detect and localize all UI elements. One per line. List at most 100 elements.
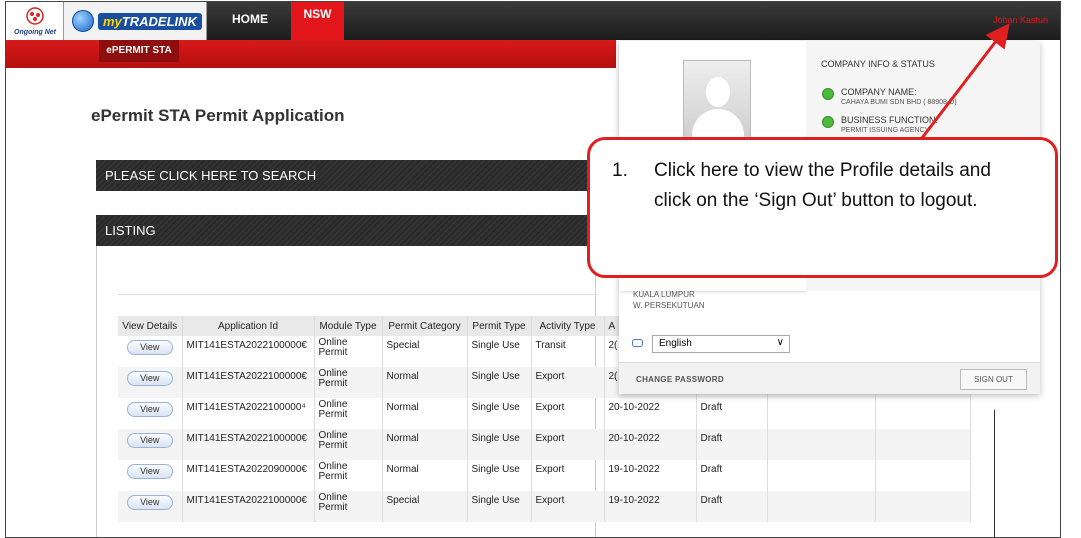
divider <box>118 294 598 295</box>
sign-out-button[interactable]: SIGN OUT <box>960 369 1027 390</box>
company-name-value: CAHAYA BUMI SDN BHD ( 88908-D) <box>841 99 957 106</box>
status-cell: Draft <box>696 429 768 460</box>
tab-epermit-sta[interactable]: ePERMIT STA <box>99 40 179 62</box>
brand-prefix: my <box>103 13 122 29</box>
company-info-title: COMPANY INFO & STATUS <box>821 59 935 69</box>
view-cell: View <box>118 429 183 460</box>
language-select[interactable]: English ∨ <box>652 335 790 353</box>
module-cell: Online Permit <box>314 336 383 367</box>
ptype-cell: Single Use <box>467 491 532 522</box>
status-green-icon <box>822 88 834 100</box>
view-cell: View <box>118 460 183 491</box>
page-title: ePermit STA Permit Application <box>91 106 345 125</box>
column-header[interactable]: View Details <box>118 316 183 336</box>
mytradelink-logo[interactable]: myTRADELINK <box>64 2 207 40</box>
date-cell: 19-10-2022 <box>604 491 697 522</box>
view-cell: View <box>118 336 183 367</box>
callout-text: Click here to view the Profile details a… <box>654 160 991 211</box>
callout-number: 1. <box>612 160 628 181</box>
category-cell: Special <box>382 491 468 522</box>
activity-cell: Transit <box>531 336 605 367</box>
category-cell: Normal <box>382 398 468 429</box>
svg-text:Ongoing Net: Ongoing Net <box>14 29 57 36</box>
address-line: W. PERSEKUTUAN <box>633 301 705 310</box>
empty-cell <box>767 429 876 460</box>
id-cell: MIT141ESTA2022100000€ <box>182 491 315 522</box>
ptype-cell: Single Use <box>467 336 532 367</box>
chat-bubble-icon <box>632 339 643 347</box>
profile-actions: CHANGE PASSWORD SIGN OUT <box>619 362 1040 394</box>
activity-cell: Export <box>531 398 605 429</box>
address: KUALA LUMPUR W. PERSEKUTUAN <box>633 289 705 311</box>
column-header[interactable]: Application Id <box>182 316 315 336</box>
view-button[interactable]: View <box>126 371 173 386</box>
module-cell: Online Permit <box>314 398 383 429</box>
date-cell: 20-10-2022 <box>604 398 697 429</box>
column-header[interactable]: Permit Type <box>467 316 532 336</box>
empty-cell <box>875 429 971 460</box>
top-navbar: Ongoing Net myTRADELINK HOME NSW Johan K… <box>6 2 1060 40</box>
globe-icon <box>72 10 94 32</box>
ptype-cell: Single Use <box>467 398 532 429</box>
view-button[interactable]: View <box>126 433 173 448</box>
search-panel-toggle[interactable]: PLEASE CLICK HERE TO SEARCH <box>96 160 596 191</box>
category-cell: Special <box>382 336 468 367</box>
status-green-icon <box>822 116 834 128</box>
business-function-label: BUSINESS FUNCTION: <box>841 115 939 125</box>
view-button[interactable]: View <box>126 464 173 479</box>
activity-cell: Export <box>531 491 605 522</box>
nav-nsw[interactable]: NSW <box>291 2 344 40</box>
category-cell: Normal <box>382 460 468 491</box>
module-cell: Online Permit <box>314 491 383 522</box>
empty-cell <box>875 398 971 429</box>
table-right-border <box>994 410 995 537</box>
instruction-callout: 1. Click here to view the Profile detail… <box>587 137 1058 278</box>
column-header[interactable]: Module Type <box>314 316 383 336</box>
activity-cell: Export <box>531 367 605 398</box>
user-profile-link[interactable]: Johan Kasturi <box>993 15 1048 25</box>
view-cell: View <box>118 491 183 522</box>
change-password-link[interactable]: CHANGE PASSWORD <box>636 375 724 384</box>
listing-panel-header: LISTING <box>96 215 596 246</box>
column-header[interactable]: Permit Category <box>382 316 468 336</box>
module-cell: Online Permit <box>314 429 383 460</box>
nav-home[interactable]: HOME <box>232 12 268 26</box>
address-line: KUALA LUMPUR <box>633 290 695 299</box>
date-cell: 20-10-2022 <box>604 429 697 460</box>
view-cell: View <box>118 367 183 398</box>
category-cell: Normal <box>382 429 468 460</box>
status-cell: Draft <box>696 460 768 491</box>
empty-cell <box>875 491 971 522</box>
view-button[interactable]: View <box>126 402 173 417</box>
empty-cell <box>875 460 971 491</box>
activity-cell: Export <box>531 460 605 491</box>
chevron-down-icon: ∨ <box>776 337 784 348</box>
ptype-cell: Single Use <box>467 429 532 460</box>
sub-navbar <box>6 40 616 68</box>
empty-cell <box>767 398 876 429</box>
id-cell: MIT141ESTA2022100000€ <box>182 336 315 367</box>
table-row: View MIT141ESTA2022100000€ Online Permit Sp… <box>118 491 971 522</box>
id-cell: MIT141ESTA2022100000€ <box>182 367 315 398</box>
category-cell: Normal <box>382 367 468 398</box>
id-cell: MIT141ESTA2022090000€ <box>182 460 315 491</box>
empty-cell <box>767 460 876 491</box>
ptype-cell: Single Use <box>467 367 532 398</box>
column-header[interactable]: Activity Type <box>531 316 605 336</box>
ongoing-net-logo: Ongoing Net <box>6 2 64 40</box>
table-row: View MIT141ESTA2022100000€ Online Permit No… <box>118 429 971 460</box>
empty-cell <box>767 491 876 522</box>
activity-cell: Export <box>531 429 605 460</box>
date-cell: 19-10-2022 <box>604 460 697 491</box>
avatar <box>683 60 751 140</box>
table-row: View MIT141ESTA2022090000€ Online Permit No… <box>118 460 971 491</box>
view-button[interactable]: View <box>126 340 173 355</box>
table-row: View MIT141ESTA2022100000⁴ Online Permit No… <box>118 398 971 429</box>
status-cell: Draft <box>696 491 768 522</box>
status-cell: Draft <box>696 398 768 429</box>
id-cell: MIT141ESTA2022100000⁴ <box>182 398 315 429</box>
view-button[interactable]: View <box>126 495 173 510</box>
module-cell: Online Permit <box>314 367 383 398</box>
business-function-value: PERMIT ISSUING AGENCY <box>841 127 930 134</box>
brand-name: TRADELINK <box>121 13 197 29</box>
